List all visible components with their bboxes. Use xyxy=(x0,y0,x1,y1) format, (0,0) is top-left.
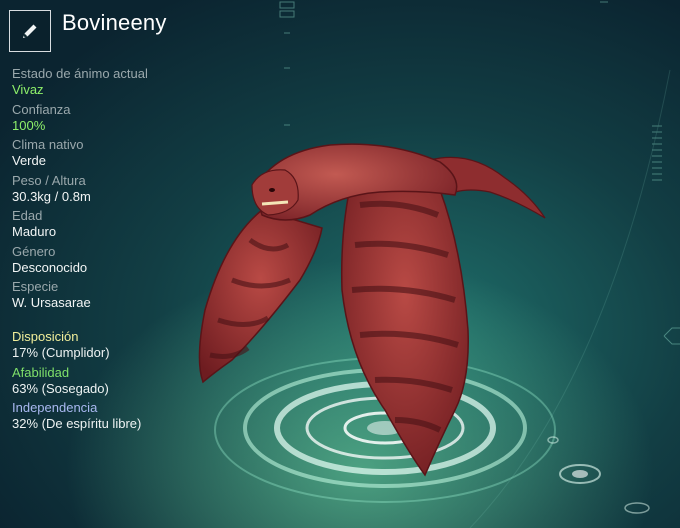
stat-label: Clima nativo xyxy=(12,137,84,152)
stat-value: 30.3kg / 0.8m xyxy=(12,188,91,204)
stat-label: Confianza xyxy=(12,101,71,117)
stat-value: W. Ursasarae xyxy=(12,295,91,310)
trait-disposition: Disposición 17% (Cumplidor) xyxy=(12,329,252,365)
creature-eye xyxy=(269,188,275,192)
stat-weight-height: Peso / Altura 30.3kg / 0.8m xyxy=(12,173,242,209)
creature-name: Bovineeny xyxy=(62,10,167,35)
stat-label: Peso / Altura xyxy=(12,172,86,188)
trait-value: 17% (Cumplidor) xyxy=(12,345,110,360)
trait-label: Afabilidad xyxy=(12,364,70,380)
stat-native-climate: Clima nativo Verde xyxy=(12,137,242,173)
trait-affability: Afabilidad 63% (Sosegado) xyxy=(12,365,252,401)
stat-value: Vivaz xyxy=(12,82,44,97)
stat-value: 100% xyxy=(12,117,46,133)
edit-name-button[interactable] xyxy=(9,10,51,52)
traits-panel: Disposición 17% (Cumplidor) Afabilidad 6… xyxy=(12,329,252,436)
stat-value: Desconocido xyxy=(12,259,88,275)
stat-value: Maduro xyxy=(12,224,57,239)
trait-label: Disposición xyxy=(12,329,79,344)
stat-label: Estado de ánimo actual xyxy=(12,66,148,81)
trait-value: 32% (De espíritu libre) xyxy=(12,416,142,431)
stat-species: Especie W. Ursasarae xyxy=(12,279,242,315)
trait-value: 63% (Sosegado) xyxy=(12,380,109,396)
pencil-icon xyxy=(23,24,37,38)
stat-label: Especie xyxy=(12,279,59,294)
stat-mood: Estado de ánimo actual Vivaz xyxy=(12,66,242,102)
stats-panel: Estado de ánimo actual Vivaz Confianza 1… xyxy=(12,66,242,315)
stat-value: Verde xyxy=(12,153,46,168)
creature-teeth xyxy=(261,200,289,206)
stat-trust: Confianza 100% xyxy=(12,102,242,138)
trait-independence: Independencia 32% (De espíritu libre) xyxy=(12,400,252,436)
stat-label: Género xyxy=(12,243,56,259)
stat-age: Edad Maduro xyxy=(12,208,242,244)
stat-gender: Género Desconocido xyxy=(12,244,242,280)
stat-label: Edad xyxy=(12,208,43,223)
trait-label: Independencia xyxy=(12,400,98,415)
